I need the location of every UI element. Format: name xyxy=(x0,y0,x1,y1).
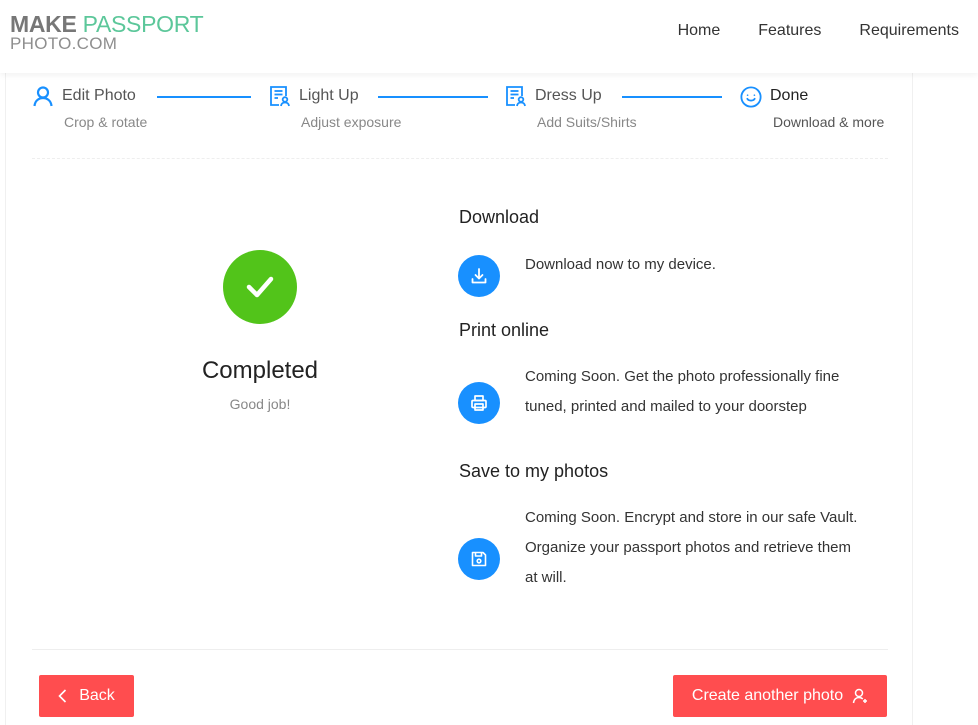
back-button[interactable]: Back xyxy=(39,675,134,717)
main-nav: Home Features Requirements xyxy=(640,22,959,40)
step-done[interactable]: Done Download & more xyxy=(739,84,884,130)
solution-icon xyxy=(505,85,527,107)
create-label: Create another photo xyxy=(691,687,844,704)
logo-domain: PHOTO.COM xyxy=(10,34,118,53)
step-title: Edit Photo xyxy=(62,87,136,104)
step-title: Done xyxy=(770,87,809,104)
steps-divider xyxy=(32,158,888,159)
nav-requirements[interactable]: Requirements xyxy=(859,22,959,40)
step-title: Light Up xyxy=(299,87,359,104)
nav-home[interactable]: Home xyxy=(678,22,721,40)
download-icon[interactable] xyxy=(458,255,500,297)
step-description: Crop & rotate xyxy=(64,114,148,130)
check-circle-icon xyxy=(223,250,297,324)
section-title-print: Print online xyxy=(459,320,550,340)
result-panel: Completed Good job! xyxy=(150,250,370,412)
step-connector xyxy=(622,96,722,98)
result-title: Completed xyxy=(201,357,319,384)
save-icon[interactable] xyxy=(458,538,500,580)
step-edit-photo[interactable]: Edit Photo Crop & rotate xyxy=(32,84,147,130)
user-add-icon xyxy=(852,688,868,704)
smile-icon xyxy=(740,85,762,108)
printer-icon[interactable] xyxy=(458,382,500,424)
step-light-up[interactable]: Light Up Adjust exposure xyxy=(269,84,401,130)
nav-features[interactable]: Features xyxy=(758,22,821,40)
step-description: Add Suits/Shirts xyxy=(537,114,637,130)
step-description: Download & more xyxy=(773,114,885,130)
print-text: Coming Soon. Get the photo professionall… xyxy=(525,368,840,415)
solution-icon xyxy=(269,85,291,107)
step-connector xyxy=(157,96,251,98)
save-text: Coming Soon. Encrypt and store in our sa… xyxy=(525,509,858,586)
step-dress-up[interactable]: Dress Up Add Suits/Shirts xyxy=(505,84,637,130)
brand-logo[interactable]: MAKE PASSPORT PHOTO.COM xyxy=(10,13,204,53)
step-description: Adjust exposure xyxy=(301,114,402,130)
footer-divider xyxy=(32,649,888,650)
result-subtitle: Good job! xyxy=(229,396,291,412)
chevron-left-icon xyxy=(58,689,67,703)
step-connector xyxy=(378,96,488,98)
top-header: MAKE PASSPORT PHOTO.COM Home Features Re… xyxy=(0,0,978,73)
section-title-save: Save to my photos xyxy=(459,461,609,481)
progress-steps: Edit Photo Crop & rotate Light Up Adjust… xyxy=(32,84,888,144)
download-text: Download now to my device. xyxy=(525,256,716,273)
create-another-photo-button[interactable]: Create another photo xyxy=(673,675,887,717)
user-icon xyxy=(32,85,54,107)
step-title: Dress Up xyxy=(535,87,602,104)
section-title-download: Download xyxy=(459,207,540,227)
back-label: Back xyxy=(79,687,115,704)
